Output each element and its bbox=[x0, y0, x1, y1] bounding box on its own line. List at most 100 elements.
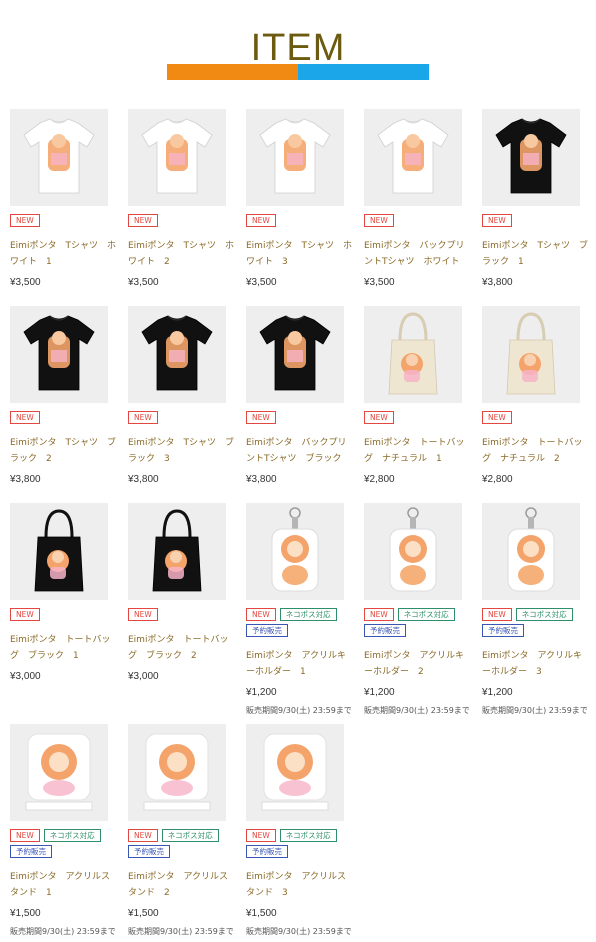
product-name[interactable]: Eimiポンタ トートバッグ ブラック 1 bbox=[10, 632, 118, 664]
product-price: ¥1,500 bbox=[246, 908, 277, 919]
product-card[interactable]: NEW ネコポス対応 予約販売 Eimiポンタ アクリルスタンド 1 ¥1,500 販売期… bbox=[10, 724, 116, 937]
product-card[interactable]: NEW Eimiポンタ Tシャツ ブラック 2 ¥3,800 bbox=[10, 306, 116, 487]
product-price: ¥3,500 bbox=[128, 277, 159, 288]
product-card[interactable]: NEW Eimiポンタ トートバッグ ナチュラル 2 ¥2,800 bbox=[482, 306, 582, 487]
product-name[interactable]: Eimiポンタ Tシャツ ホワイト 1 bbox=[10, 238, 118, 270]
badge-list: NEW bbox=[246, 411, 358, 424]
product-name[interactable]: Eimiポンタ Tシャツ ブラック 2 bbox=[10, 435, 118, 467]
badge-list: NEW ネコポス対応予約販売 bbox=[364, 608, 476, 637]
product-card[interactable]: NEW ネコポス対応 予約販売 Eimiポンタ アクリルスタンド 3 ¥1,500 販売期… bbox=[246, 724, 352, 937]
badge-list: NEW bbox=[10, 214, 122, 227]
nekopos-badge: ネコポス対応 bbox=[161, 829, 219, 842]
product-name[interactable]: Eimiポンタ アクリルスタンド 1 bbox=[10, 869, 118, 901]
preorder-badge: 予約販売 bbox=[364, 624, 406, 637]
product-card[interactable]: NEW ネコポス対応 予約販売 Eimiポンタ アクリルキーホルダー 3 ¥1,200 販… bbox=[482, 503, 588, 716]
product-card[interactable]: NEW Eimiポンタ Tシャツ ブラック 1 ¥3,800 bbox=[482, 109, 588, 290]
product-price: ¥3,000 bbox=[128, 671, 159, 682]
badge-list: NEW ネコポス対応 予約販売 bbox=[482, 608, 594, 637]
preorder-badge: 予約販売 bbox=[128, 845, 170, 858]
sale-period: 販売期間9/30(土) 23:59まで bbox=[246, 706, 352, 715]
product-price: ¥1,200 bbox=[246, 687, 277, 698]
product-name[interactable]: Eimiポンタ トートバッグ ブラック 2 bbox=[128, 632, 236, 664]
nekopos-badge: ネコポス対応 bbox=[397, 608, 455, 621]
product-image[interactable] bbox=[482, 306, 580, 403]
product-image[interactable] bbox=[128, 503, 226, 600]
product-card[interactable]: NEW ネコポス対応 予約販売 Eimiポンタ アクリルスタンド 2 ¥1,500 販売期… bbox=[128, 724, 234, 937]
product-name[interactable]: Eimiポンタ Tシャツ ホワイト 2 bbox=[128, 238, 236, 270]
product-image[interactable] bbox=[246, 503, 344, 600]
nekopos-badge: ネコポス対応 bbox=[43, 829, 101, 842]
product-image[interactable] bbox=[364, 109, 462, 206]
new-badge: NEW bbox=[10, 608, 40, 621]
badge-list: NEW bbox=[482, 214, 594, 227]
product-name[interactable]: Eimiポンタ アクリルキーホルダー 1 bbox=[246, 648, 354, 680]
new-badge: NEW bbox=[10, 411, 40, 424]
product-card[interactable]: NEW Eimiポンタ トートバッグ ナチュラル 1 ¥2,800 bbox=[364, 306, 464, 487]
badge-list: NEW bbox=[364, 411, 476, 424]
sale-period: 販売期間9/30(土) 23:59まで bbox=[246, 927, 352, 936]
product-price: ¥2,800 bbox=[364, 474, 395, 485]
new-badge: NEW bbox=[364, 214, 394, 227]
sale-period: 販売期間9/30(土) 23:59まで bbox=[364, 706, 470, 715]
product-name[interactable]: Eimiポンタ アクリルスタンド 2 bbox=[128, 869, 236, 901]
badge-list: NEW bbox=[482, 411, 594, 424]
nekopos-badge: ネコポス対応 bbox=[515, 608, 573, 621]
product-name[interactable]: Eimiポンタ アクリルキーホルダー 3 bbox=[482, 648, 590, 680]
product-image[interactable] bbox=[364, 503, 462, 600]
product-image[interactable] bbox=[128, 109, 226, 206]
product-image[interactable] bbox=[10, 306, 108, 403]
product-image[interactable] bbox=[128, 306, 226, 403]
product-name[interactable]: Eimiポンタ アクリルキーホルダー 2 bbox=[364, 648, 472, 680]
badge-list: NEW ネコポス対応 予約販売 bbox=[246, 829, 358, 858]
product-name[interactable]: Eimiポンタ アクリルスタンド 3 bbox=[246, 869, 354, 901]
product-price: ¥3,500 bbox=[10, 277, 41, 288]
product-price: ¥1,200 bbox=[364, 687, 395, 698]
product-name[interactable]: Eimiポンタ Tシャツ ブラック 1 bbox=[482, 238, 590, 270]
new-badge: NEW bbox=[246, 608, 276, 621]
product-price: ¥1,200 bbox=[482, 687, 513, 698]
product-image[interactable] bbox=[10, 503, 108, 600]
product-image[interactable] bbox=[10, 109, 108, 206]
product-image[interactable] bbox=[10, 724, 108, 821]
product-card[interactable]: NEW Eimiポンタ トートバッグ ブラック 1 ¥3,000 bbox=[10, 503, 110, 684]
product-image[interactable] bbox=[128, 724, 226, 821]
product-card[interactable]: NEW ネコポス対応予約販売 Eimiポンタ アクリルキーホルダー 2 ¥1,200 販… bbox=[364, 503, 470, 716]
product-price: ¥1,500 bbox=[128, 908, 159, 919]
nekopos-badge: ネコポス対応 bbox=[279, 829, 337, 842]
new-badge: NEW bbox=[246, 829, 276, 842]
new-badge: NEW bbox=[128, 829, 158, 842]
product-name[interactable]: Eimiポンタ Tシャツ ブラック 3 bbox=[128, 435, 236, 467]
product-price: ¥3,800 bbox=[482, 277, 513, 288]
product-card[interactable]: NEW Eimiポンタ トートバッグ ブラック 2 ¥3,000 bbox=[128, 503, 228, 684]
badge-list: NEW ネコポス対応予約販売 bbox=[128, 829, 240, 858]
new-badge: NEW bbox=[10, 214, 40, 227]
product-image[interactable] bbox=[364, 306, 462, 403]
title-accent-bar-blue bbox=[298, 64, 429, 80]
product-card[interactable]: NEW Eimiポンタ バックプリントTシャツ ブラック ¥3,800 bbox=[246, 306, 346, 487]
product-price: ¥3,800 bbox=[10, 474, 41, 485]
badge-list: NEW ネコポス対応 予約販売 bbox=[246, 608, 358, 637]
new-badge: NEW bbox=[10, 829, 40, 842]
product-card[interactable]: NEW Eimiポンタ バックプリントTシャツ ホワイト ¥3,500 bbox=[364, 109, 464, 290]
product-name[interactable]: Eimiポンタ バックプリントTシャツ ホワイト bbox=[364, 238, 472, 270]
product-image[interactable] bbox=[246, 306, 344, 403]
product-image[interactable] bbox=[246, 109, 344, 206]
new-badge: NEW bbox=[364, 608, 394, 621]
product-image[interactable] bbox=[482, 503, 580, 600]
product-card[interactable]: NEW Eimiポンタ Tシャツ ブラック 3 ¥3,800 bbox=[128, 306, 234, 487]
product-card[interactable]: NEW ネコポス対応 予約販売 Eimiポンタ アクリルキーホルダー 1 ¥1,200 販… bbox=[246, 503, 352, 716]
badge-list: NEW bbox=[128, 608, 240, 621]
product-image[interactable] bbox=[482, 109, 580, 206]
product-name[interactable]: Eimiポンタ Tシャツ ホワイト 3 bbox=[246, 238, 354, 270]
preorder-badge: 予約販売 bbox=[482, 624, 524, 637]
product-image[interactable] bbox=[246, 724, 344, 821]
sale-period: 販売期間9/30(土) 23:59まで bbox=[482, 706, 588, 715]
product-card[interactable]: NEW Eimiポンタ Tシャツ ホワイト 2 ¥3,500 bbox=[128, 109, 234, 290]
section-header: ITEM bbox=[0, 0, 596, 90]
product-name[interactable]: Eimiポンタ バックプリントTシャツ ブラック bbox=[246, 435, 354, 467]
new-badge: NEW bbox=[246, 214, 276, 227]
product-name[interactable]: Eimiポンタ トートバッグ ナチュラル 1 bbox=[364, 435, 472, 467]
product-card[interactable]: NEW Eimiポンタ Tシャツ ホワイト 3 ¥3,500 bbox=[246, 109, 352, 290]
product-card[interactable]: NEW Eimiポンタ Tシャツ ホワイト 1 ¥3,500 bbox=[10, 109, 116, 290]
product-name[interactable]: Eimiポンタ トートバッグ ナチュラル 2 bbox=[482, 435, 590, 467]
